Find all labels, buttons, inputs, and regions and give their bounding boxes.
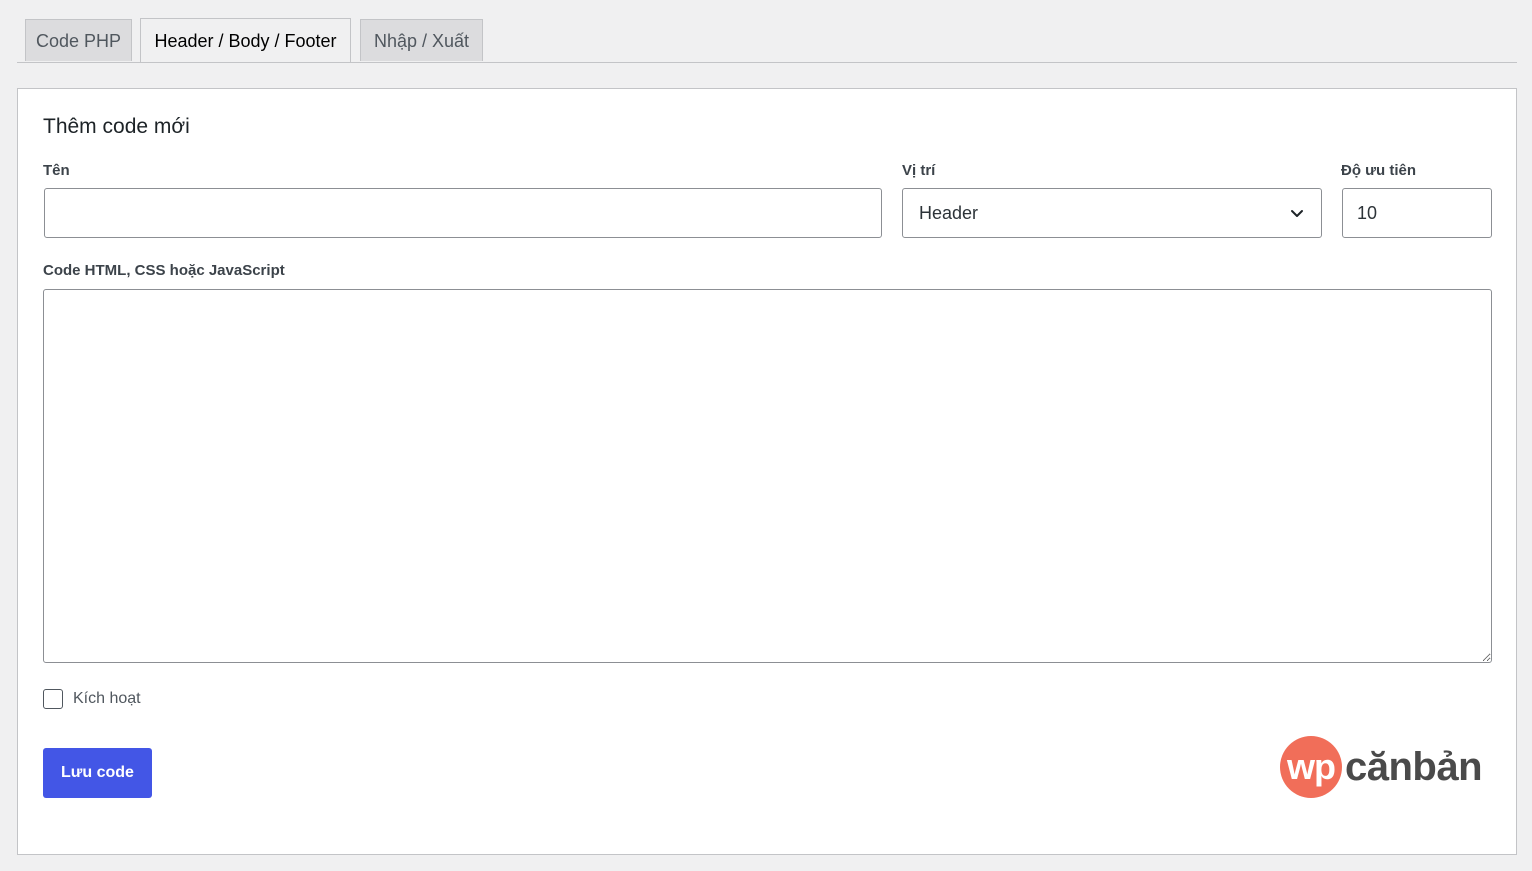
- chevron-down-icon: [1291, 210, 1303, 217]
- logo-mark: wp: [1280, 736, 1342, 798]
- add-code-panel: Thêm code mới Tên Vị trí Header Độ ưu ti…: [17, 88, 1517, 855]
- priority-label: Độ ưu tiên: [1341, 162, 1417, 179]
- tab-code-php[interactable]: Code PHP: [25, 19, 132, 61]
- code-label: Code HTML, CSS hoặc JavaScript: [43, 262, 285, 279]
- logo-text: cănbản: [1345, 745, 1483, 789]
- save-code-button[interactable]: Lưu code: [43, 748, 152, 798]
- name-input[interactable]: [44, 188, 882, 238]
- position-selected-value: Header: [919, 202, 979, 223]
- position-label: Vị trí: [902, 162, 936, 179]
- priority-input[interactable]: [1342, 188, 1492, 238]
- panel-title: Thêm code mới: [43, 115, 190, 138]
- position-select[interactable]: Header: [902, 188, 1322, 238]
- active-checkbox-row[interactable]: Kích hoạt: [43, 689, 141, 709]
- name-label: Tên: [43, 162, 70, 179]
- active-checkbox-label: Kích hoạt: [73, 690, 141, 707]
- active-checkbox[interactable]: [43, 689, 63, 709]
- code-textarea[interactable]: [43, 289, 1492, 663]
- tab-bar: Code PHP Header / Body / Footer Nhập / X…: [17, 18, 1517, 63]
- tab-import-export[interactable]: Nhập / Xuất: [360, 19, 483, 61]
- tab-header-body-footer[interactable]: Header / Body / Footer: [140, 18, 351, 62]
- wpcanban-logo: wp cănbản: [1280, 735, 1483, 799]
